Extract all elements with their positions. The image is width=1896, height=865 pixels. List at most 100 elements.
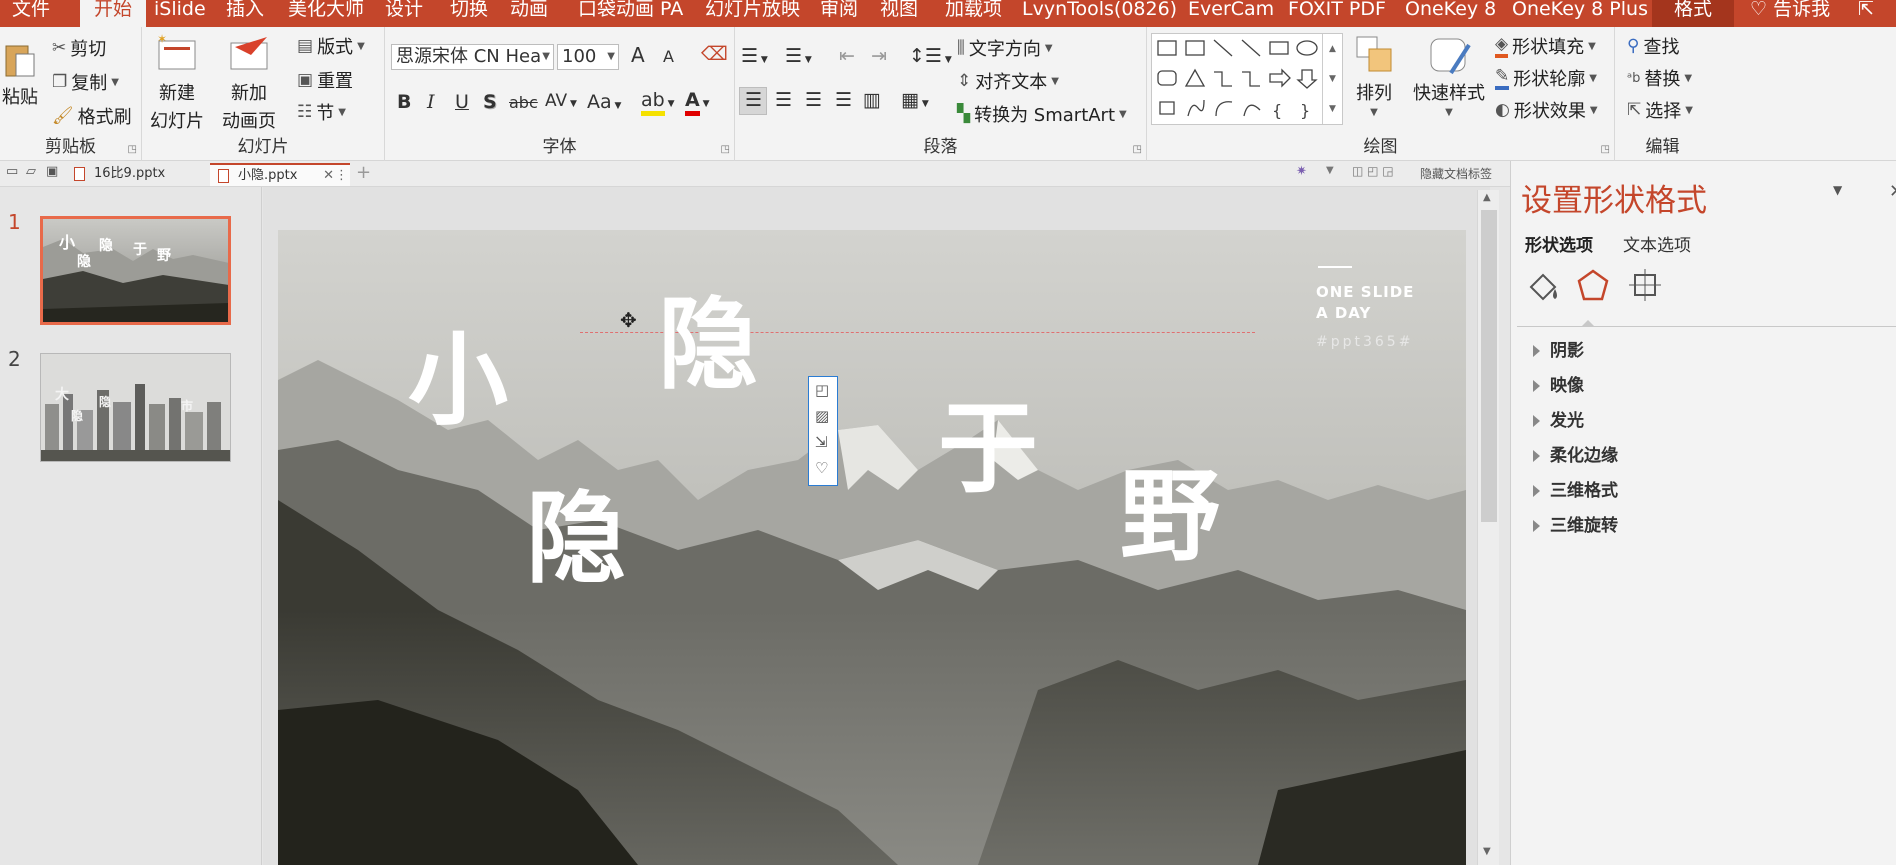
font-family-combo[interactable]: 思源宋体 CN Hea ▼: [391, 44, 554, 70]
convert-smartart-button[interactable]: ▚ 转换为 SmartArt ▼: [957, 101, 1127, 127]
tab-onekey8[interactable]: OneKey 8: [1405, 0, 1496, 27]
bullets-button[interactable]: ☰ ▼: [741, 45, 768, 67]
char-spacing-button[interactable]: AV ▼: [545, 91, 577, 111]
option-3d-rotation[interactable]: 三维旋转: [1533, 511, 1618, 536]
shape-fill-button[interactable]: ◈ 形状填充 ▼: [1495, 33, 1596, 59]
quick-styles-button[interactable]: 快速样式 ▼: [1413, 33, 1485, 118]
close-icon[interactable]: ✕: [1889, 181, 1896, 202]
format-painter-button[interactable]: 🖌 格式刷: [52, 103, 132, 129]
tab-islide[interactable]: iSlide: [154, 0, 206, 27]
pane-options-icon[interactable]: ▼: [1833, 183, 1842, 197]
align-center-icon[interactable]: ☰: [775, 89, 792, 111]
tab-shape-options[interactable]: 形状选项: [1525, 231, 1593, 256]
slide-char-5[interactable]: 野: [1120, 466, 1220, 566]
distribute-icon[interactable]: ▥: [863, 89, 881, 111]
decrease-indent-icon[interactable]: ⇤: [839, 45, 855, 67]
change-case-button[interactable]: Aa ▼: [587, 91, 621, 113]
file-tab[interactable]: 16比9.pptx: [66, 163, 206, 186]
option-shadow[interactable]: 阴影: [1533, 336, 1584, 361]
section-button[interactable]: ☷ 节 ▼: [297, 99, 346, 125]
save-icon[interactable]: ▣: [46, 164, 58, 179]
cut-button[interactable]: ✂ 剪切: [52, 35, 106, 61]
effects-pentagon-icon[interactable]: [1575, 267, 1611, 303]
align-left-button[interactable]: ☰: [739, 87, 767, 115]
font-color-button[interactable]: A ▼: [685, 89, 710, 116]
find-button[interactable]: ⚲ 查找: [1627, 33, 1679, 59]
tab-onekey8plus[interactable]: OneKey 8 Plus: [1512, 0, 1648, 27]
bold-button[interactable]: B: [397, 91, 411, 113]
paste-button[interactable]: 粘贴: [2, 41, 38, 109]
hashtag-text[interactable]: #ppt365#: [1316, 334, 1413, 350]
align-right-icon[interactable]: ☰: [805, 89, 822, 111]
scroll-thumb[interactable]: [1481, 210, 1497, 522]
align-text-button[interactable]: ⇕ 对齐文本 ▼: [957, 68, 1059, 94]
grow-font-button[interactable]: A: [631, 43, 645, 67]
vertical-scrollbar[interactable]: ▲ ▼: [1477, 190, 1499, 865]
dialog-launcher-icon[interactable]: ◳: [128, 144, 137, 155]
dialog-launcher-icon[interactable]: ◳: [721, 144, 730, 155]
heart-icon[interactable]: ♡: [815, 459, 828, 477]
tab-home[interactable]: 开始: [80, 0, 147, 27]
close-icon[interactable]: ✕: [323, 165, 334, 187]
tab-lvyntools[interactable]: LvynTools(0826): [1022, 0, 1177, 27]
tab-text-options[interactable]: 文本选项: [1623, 231, 1691, 256]
dialog-launcher-icon[interactable]: ◳: [1601, 144, 1610, 155]
shape-effects-button[interactable]: ◐ 形状效果 ▼: [1495, 97, 1598, 123]
tab-review[interactable]: 审阅: [820, 0, 858, 27]
tab-options-icon[interactable]: ◫ ◰ ◲: [1352, 164, 1394, 178]
layout-button[interactable]: ▤ 版式 ▼: [297, 33, 365, 59]
slide-thumbnail-2[interactable]: 大 隐 市 隐: [40, 353, 231, 462]
more-icon[interactable]: ⋮: [335, 165, 348, 187]
columns-button[interactable]: ▦ ▼: [901, 89, 929, 111]
gallery-scroll[interactable]: ▲ ▼ ▼: [1322, 34, 1342, 124]
tab-beautify[interactable]: 美化大师: [288, 0, 364, 27]
chevron-down-icon[interactable]: ▼: [1326, 165, 1334, 176]
tab-insert[interactable]: 插入: [226, 0, 264, 27]
shape-outline-button[interactable]: ✎ 形状轮廓 ▼: [1495, 65, 1597, 91]
tab-evercam[interactable]: EverCam: [1188, 0, 1274, 27]
font-size-combo[interactable]: 100 ▼: [557, 44, 619, 70]
slide-header-text[interactable]: ONE SLIDE A DAY: [1316, 282, 1414, 324]
option-3d-format[interactable]: 三维格式: [1533, 476, 1618, 501]
justify-icon[interactable]: ☰: [835, 89, 852, 111]
copy-button[interactable]: ❐ 复制 ▼: [52, 69, 119, 95]
open-icon[interactable]: ▱: [26, 164, 36, 179]
slide-canvas[interactable]: 小 隐 隐 于 野 ONE SLIDE A DAY #ppt365# ✥ ◰ ▨…: [278, 230, 1466, 865]
tell-me[interactable]: ♡ 告诉我: [1750, 0, 1830, 27]
new-animation-page-button[interactable]: 新加 动画页: [222, 33, 276, 133]
tab-pocket-animation[interactable]: 口袋动画 PA: [578, 0, 683, 27]
fill-line-icon[interactable]: [1525, 267, 1563, 305]
slide-char-4[interactable]: 于: [938, 398, 1038, 498]
shapes-icon[interactable]: ◰: [815, 381, 829, 399]
tab-foxit[interactable]: FOXIT PDF: [1288, 0, 1386, 27]
text-direction-button[interactable]: ⫼ 文字方向 ▼: [957, 35, 1053, 61]
tab-animations[interactable]: 动画: [510, 0, 548, 27]
slide-char-1[interactable]: 小: [408, 330, 508, 430]
new-slide-button[interactable]: ✶ 新建 幻灯片: [150, 33, 204, 133]
tab-slideshow[interactable]: 幻灯片放映: [705, 0, 800, 27]
highlight-button[interactable]: ab ▼: [641, 89, 675, 116]
slide-thumbnail-1[interactable]: 小 隐 于 野 隐: [40, 216, 231, 325]
floating-tool-panel[interactable]: ◰ ▨ ⇲ ♡: [808, 376, 838, 486]
tab-file[interactable]: 文件: [12, 0, 50, 27]
select-button[interactable]: ⇱ 选择 ▼: [1627, 97, 1693, 123]
shapes-gallery[interactable]: {} ▲ ▼ ▼: [1151, 33, 1343, 125]
shrink-font-button[interactable]: A: [663, 47, 674, 66]
tab-transitions[interactable]: 切换: [450, 0, 488, 27]
reset-button[interactable]: ▣ 重置: [297, 67, 353, 93]
numbering-button[interactable]: ☰ ▼: [785, 45, 812, 67]
slide-char-2[interactable]: 隐: [658, 294, 758, 394]
clear-format-icon[interactable]: ⌫: [701, 43, 728, 65]
option-reflection[interactable]: 映像: [1533, 371, 1584, 396]
scroll-up-icon[interactable]: ▲: [1483, 192, 1491, 203]
tab-format[interactable]: 格式: [1652, 0, 1735, 27]
folder-icon[interactable]: ▭: [6, 164, 18, 179]
file-tab-active[interactable]: 小隐.pptx ✕ ⋮: [210, 163, 350, 186]
share-icon[interactable]: ⇱: [1858, 0, 1874, 27]
underline-button[interactable]: U: [455, 91, 469, 113]
slide-char-3[interactable]: 隐: [526, 488, 626, 588]
pin-icon[interactable]: ✷: [1296, 164, 1307, 179]
tab-addins[interactable]: 加载项: [945, 0, 1002, 27]
size-properties-icon[interactable]: [1627, 267, 1663, 303]
arrange-button[interactable]: 排列 ▼: [1353, 33, 1395, 118]
